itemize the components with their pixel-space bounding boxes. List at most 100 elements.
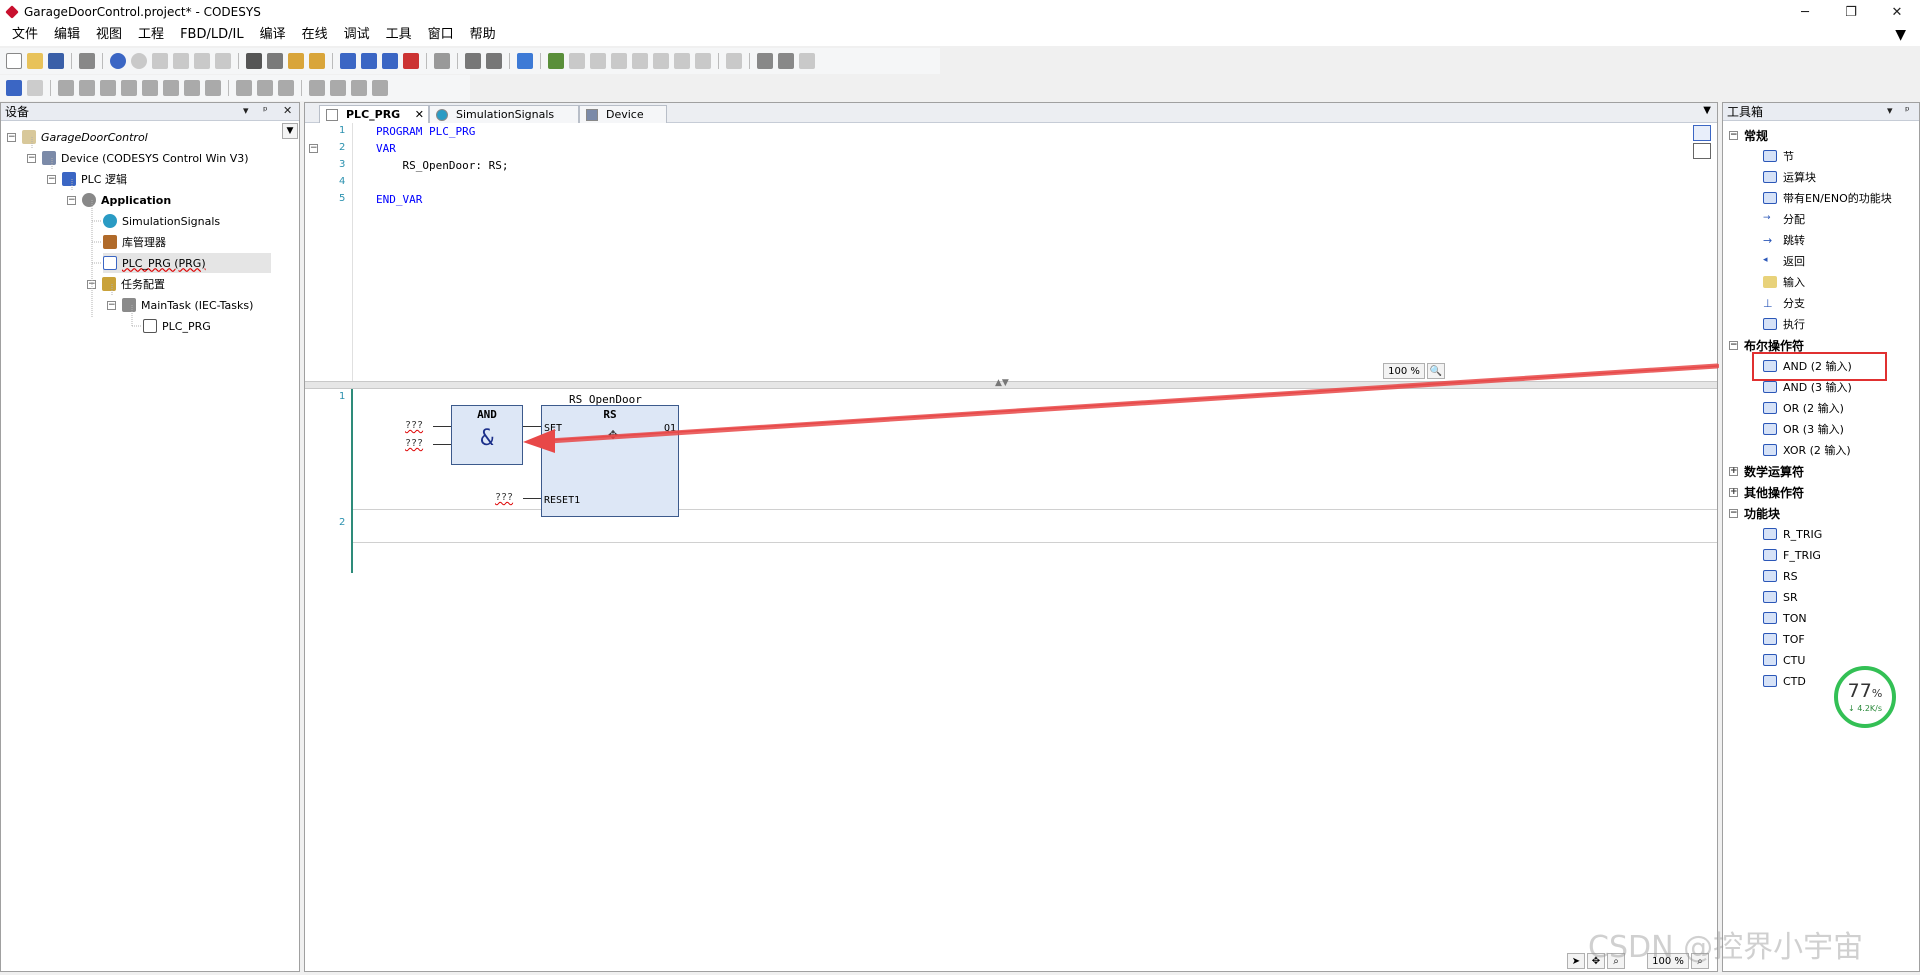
toolbox-item-branch[interactable]: ⊥ 分支 — [1763, 293, 1805, 313]
fbd-branch-icon[interactable] — [309, 80, 325, 96]
toolbox-category-function-blocks[interactable]: − 功能块 — [1729, 503, 1780, 523]
step-over-icon[interactable] — [632, 53, 648, 69]
menu-debug[interactable]: 调试 — [336, 24, 378, 46]
tabs-dropdown-icon[interactable]: ▼ — [1703, 105, 1711, 116]
save-icon[interactable] — [48, 53, 64, 69]
and-block[interactable]: AND & — [451, 405, 523, 465]
toolbox-item-ctd[interactable]: CTD — [1763, 671, 1806, 691]
delete-icon[interactable] — [215, 53, 231, 69]
toolbox-item-ctu[interactable]: CTU — [1763, 650, 1805, 670]
panel-close-icon[interactable]: ✕ — [283, 104, 292, 117]
menu-build[interactable]: 编译 — [252, 24, 294, 46]
tab-device[interactable]: Device — [579, 105, 667, 123]
toolbox-item-tof[interactable]: TOF — [1763, 629, 1805, 649]
toolbox-item-box-en[interactable]: 带有EN/ENO的功能块 — [1763, 188, 1892, 208]
close-button[interactable]: ✕ — [1874, 0, 1920, 24]
minimize-button[interactable]: ─ — [1782, 0, 1828, 24]
network-speed-gauge[interactable]: 77% ↓ 4.2K/s — [1834, 666, 1896, 728]
unforce-icon[interactable] — [778, 53, 794, 69]
menu-online[interactable]: 在线 — [294, 24, 336, 46]
toolbox-item-ton[interactable]: TON — [1763, 608, 1807, 628]
menu-fbd-ld-il[interactable]: FBD/LD/IL — [172, 24, 252, 46]
and-input-placeholder[interactable]: ??? — [405, 420, 423, 431]
text-view-icon[interactable] — [1693, 125, 1711, 141]
toolbox-item-r-trig[interactable]: R_TRIG — [1763, 524, 1822, 544]
replace-icon[interactable] — [267, 53, 283, 69]
menu-project[interactable]: 工程 — [130, 24, 172, 46]
reset-icon[interactable] — [403, 53, 419, 69]
fbd-return-icon[interactable] — [163, 80, 179, 96]
toolbox-category-general[interactable]: − 常规 — [1729, 125, 1768, 145]
write-values-icon[interactable] — [726, 53, 742, 69]
fbd-contact-icon[interactable] — [372, 80, 388, 96]
fbd-edge-icon[interactable] — [257, 80, 273, 96]
editor-splitter[interactable]: ▲▼ — [305, 378, 1717, 389]
toolbox-item-box[interactable]: 运算块 — [1763, 167, 1816, 187]
tab-plc-prg[interactable]: PLC_PRG ✕ — [319, 105, 429, 123]
toolbox-item-input[interactable]: 输入 — [1763, 272, 1805, 292]
build-icon[interactable] — [465, 53, 481, 69]
collapse-icon[interactable]: − — [1729, 130, 1738, 140]
print-icon[interactable] — [79, 53, 95, 69]
fbd-box-icon[interactable] — [79, 80, 95, 96]
breakpoint-icon[interactable] — [611, 53, 627, 69]
fbd-empty-box-icon[interactable] — [121, 80, 137, 96]
toolbox-item-or2[interactable]: OR (2 输入) — [1763, 398, 1844, 418]
collapse-icon[interactable]: − — [1729, 340, 1738, 350]
force-values-icon[interactable] — [757, 53, 773, 69]
fbd-insert-network-icon[interactable] — [27, 80, 43, 96]
toolbox-item-f-trig[interactable]: F_TRIG — [1763, 545, 1821, 565]
panel-dropdown-icon[interactable]: ▾ — [1887, 104, 1893, 117]
zoom-tool-icon[interactable]: 🔍 — [1427, 363, 1445, 379]
start-icon[interactable] — [569, 53, 585, 69]
logout-icon[interactable] — [361, 53, 377, 69]
new-project-icon[interactable] — [6, 53, 22, 69]
toolbox-item-sr[interactable]: SR — [1763, 587, 1798, 607]
and-input-placeholder[interactable]: ??? — [405, 438, 423, 449]
fbd-jump-icon[interactable] — [142, 80, 158, 96]
toolbox-item-jump[interactable]: → 跳转 — [1763, 230, 1805, 250]
open-project-icon[interactable] — [27, 53, 43, 69]
declaration-editor[interactable]: 1 2 3 4 5 − PROGRAM PLC_PRG VAR RS_OpenD… — [305, 123, 1717, 381]
fbd-input-icon[interactable] — [205, 80, 221, 96]
table-view-icon[interactable] — [1693, 143, 1711, 159]
login-icon[interactable] — [340, 53, 356, 69]
fbd-box-en-icon[interactable] — [100, 80, 116, 96]
fbd-parallel-icon[interactable] — [330, 80, 346, 96]
toolbox-item-execute[interactable]: 执行 — [1763, 314, 1805, 334]
fbd-coil-icon[interactable] — [351, 80, 367, 96]
rs-block[interactable]: RS SET RESET1 Q1 ✥ — [541, 405, 679, 517]
step-out-icon[interactable] — [674, 53, 690, 69]
pin-icon[interactable]: ᵖ — [263, 104, 268, 117]
menu-file[interactable]: 文件 — [4, 24, 46, 46]
undo-icon[interactable] — [110, 53, 126, 69]
toolbox-category-math[interactable]: + 数学运算符 — [1729, 461, 1804, 481]
menu-tools[interactable]: 工具 — [378, 24, 420, 46]
bookmark-next-icon[interactable] — [309, 53, 325, 69]
collapse-icon[interactable]: − — [1729, 508, 1738, 518]
find-icon[interactable] — [246, 53, 262, 69]
check-icon[interactable] — [799, 53, 815, 69]
stop-icon[interactable] — [590, 53, 606, 69]
cut-icon[interactable] — [152, 53, 168, 69]
fbd-label-icon[interactable] — [184, 80, 200, 96]
splitter-arrows-icon[interactable]: ▲▼ — [995, 378, 1009, 388]
reset-input-placeholder[interactable]: ??? — [495, 492, 513, 503]
fbd-editor[interactable]: 1 2 RS_OpenDoor AND & RS SET RESET1 Q1 ✥… — [305, 389, 1717, 971]
expand-icon[interactable]: + — [1729, 466, 1738, 476]
run-icon[interactable] — [548, 53, 564, 69]
download-icon[interactable] — [382, 53, 398, 69]
fbd-set-reset-icon[interactable] — [278, 80, 294, 96]
zoom-level-top[interactable]: 100 % — [1383, 363, 1425, 379]
pin-icon[interactable]: ᵖ — [1905, 104, 1910, 117]
fbd-network-icon[interactable] — [6, 80, 22, 96]
tab-close-icon[interactable]: ✕ — [415, 108, 424, 121]
menu-view[interactable]: 视图 — [88, 24, 130, 46]
fbd-assignment-icon[interactable] — [58, 80, 74, 96]
tab-simulation-signals[interactable]: SimulationSignals — [429, 105, 579, 123]
toolbox-item-network[interactable]: 节 — [1763, 146, 1794, 166]
step-into-icon[interactable] — [653, 53, 669, 69]
bookmark-icon[interactable] — [288, 53, 304, 69]
pointer-tool-icon[interactable]: ➤ — [1567, 953, 1585, 969]
panel-dropdown-icon[interactable]: ▾ — [243, 104, 249, 117]
